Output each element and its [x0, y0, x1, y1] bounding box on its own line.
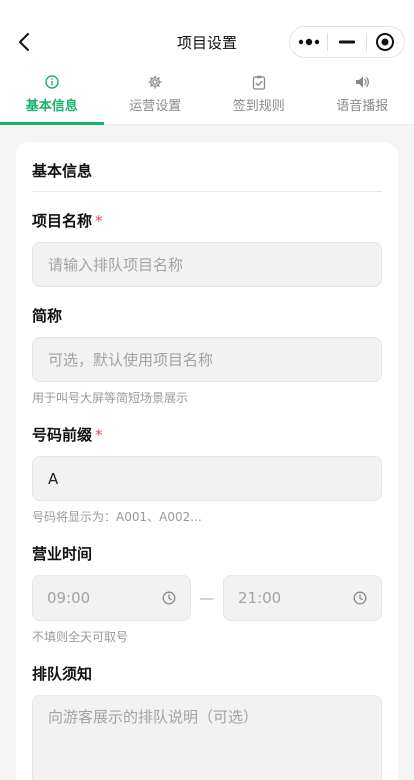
queue-notice-label: 排队须知	[32, 663, 382, 684]
number-prefix-label-text: 号码前缀	[32, 426, 93, 444]
business-hours-label-text: 营业时间	[32, 545, 93, 563]
queue-notice-label-text: 排队须知	[32, 665, 93, 683]
clock-icon	[162, 591, 176, 605]
business-hours-label: 营业时间	[32, 543, 382, 564]
target-close-icon	[376, 33, 395, 51]
time-separator: —	[199, 589, 215, 607]
settings-tabs: 基本信息 运营设置 签到规则 语音播报	[0, 64, 414, 125]
speaker-icon	[355, 74, 370, 90]
clock-icon	[353, 591, 367, 605]
business-hours-hint: 不填则全天可取号	[32, 630, 129, 644]
clipboard-check-icon	[252, 74, 266, 90]
project-name-input[interactable]: 请输入排队项目名称	[32, 242, 382, 287]
tab-voice-broadcast[interactable]: 语音播报	[311, 64, 414, 124]
short-name-placeholder: 可选，默认使用项目名称	[48, 351, 214, 369]
number-prefix-value: A	[48, 469, 59, 488]
project-name-label-text: 项目名称	[32, 212, 93, 230]
start-time-picker[interactable]: 09:00	[32, 575, 191, 621]
number-prefix-hint: 号码将显示为：A001、A002...	[32, 510, 202, 524]
queue-notice-textarea[interactable]: 向游客展示的排队说明（可选）	[32, 695, 382, 780]
tab-basic-info[interactable]: 基本信息	[0, 64, 104, 125]
number-prefix-label: 号码前缀 *	[32, 424, 382, 445]
required-mark: *	[95, 426, 103, 444]
end-time-picker[interactable]: 21:00	[223, 575, 382, 621]
short-name-hint: 用于叫号大屏等简短场景展示	[32, 391, 189, 405]
project-name-placeholder: 请输入排队项目名称	[48, 256, 184, 274]
tab-label: 基本信息	[25, 99, 78, 114]
tab-checkin-rules[interactable]: 签到规则	[207, 64, 311, 124]
section-title: 基本信息	[32, 142, 382, 192]
basic-info-card: 基本信息 项目名称 * 请输入排队项目名称 简称 可选，默认使用项目名称 用于叫号…	[16, 142, 398, 780]
start-time-value: 09:00	[47, 589, 91, 607]
end-time-value: 21:00	[238, 589, 282, 607]
project-name-label: 项目名称 *	[32, 210, 382, 231]
business-hours-row: 09:00 — 21:00	[32, 575, 382, 621]
minimize-button[interactable]	[328, 27, 365, 57]
tab-label: 语音播报	[336, 99, 389, 114]
chevron-left-icon	[19, 33, 29, 51]
info-icon	[45, 74, 59, 90]
minimize-icon	[338, 40, 355, 44]
queue-notice-placeholder: 向游客展示的排队说明（可选）	[48, 708, 259, 726]
close-miniprogram-button[interactable]	[367, 27, 404, 57]
short-name-input[interactable]: 可选，默认使用项目名称	[32, 337, 382, 382]
tab-operations[interactable]: 运营设置	[104, 64, 208, 124]
mini-program-capsule	[289, 26, 405, 58]
more-dots-icon	[298, 38, 319, 46]
required-mark: *	[95, 212, 103, 230]
short-name-label: 简称	[32, 305, 382, 326]
tab-label: 签到规则	[232, 99, 285, 114]
short-name-label-text: 简称	[32, 307, 63, 325]
more-button[interactable]	[290, 27, 327, 57]
tab-label: 运营设置	[129, 99, 182, 114]
gear-icon	[148, 74, 162, 90]
number-prefix-input[interactable]: A	[32, 456, 382, 501]
back-button[interactable]	[10, 28, 38, 56]
